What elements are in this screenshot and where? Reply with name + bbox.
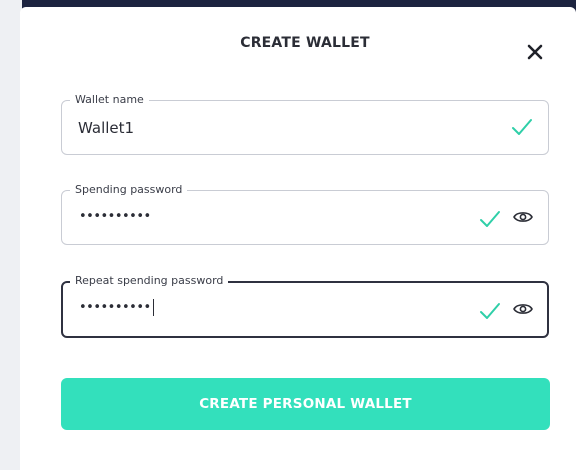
create-wallet-dialog: CREATE WALLET Wallet name Wallet1 Spendi… [20, 7, 576, 470]
wallet-name-label: Wallet name [70, 93, 149, 107]
create-personal-wallet-button[interactable]: CREATE PERSONAL WALLET [61, 378, 550, 430]
close-button[interactable] [524, 41, 546, 63]
wallet-name-input[interactable]: Wallet1 [78, 118, 134, 138]
dialog-title: CREATE WALLET [240, 35, 370, 51]
repeat-password-input[interactable]: •••••••••• [79, 298, 154, 318]
text-cursor [152, 299, 154, 316]
check-icon [480, 303, 500, 319]
wallet-name-field[interactable]: Wallet name Wallet1 [61, 93, 549, 155]
eye-icon[interactable] [513, 210, 533, 224]
eye-icon[interactable] [513, 302, 533, 316]
spending-password-label: Spending password [70, 183, 188, 197]
repeat-password-label: Repeat spending password [70, 274, 229, 288]
repeat-password-field[interactable]: Repeat spending password •••••••••• [61, 274, 549, 338]
repeat-password-value: •••••••••• [79, 300, 151, 315]
background-page-edge [0, 0, 22, 470]
close-icon [527, 44, 543, 60]
check-icon [512, 119, 532, 135]
spending-password-field[interactable]: Spending password •••••••••• [61, 183, 549, 245]
check-icon [480, 211, 500, 227]
spending-password-input[interactable]: •••••••••• [79, 207, 151, 227]
